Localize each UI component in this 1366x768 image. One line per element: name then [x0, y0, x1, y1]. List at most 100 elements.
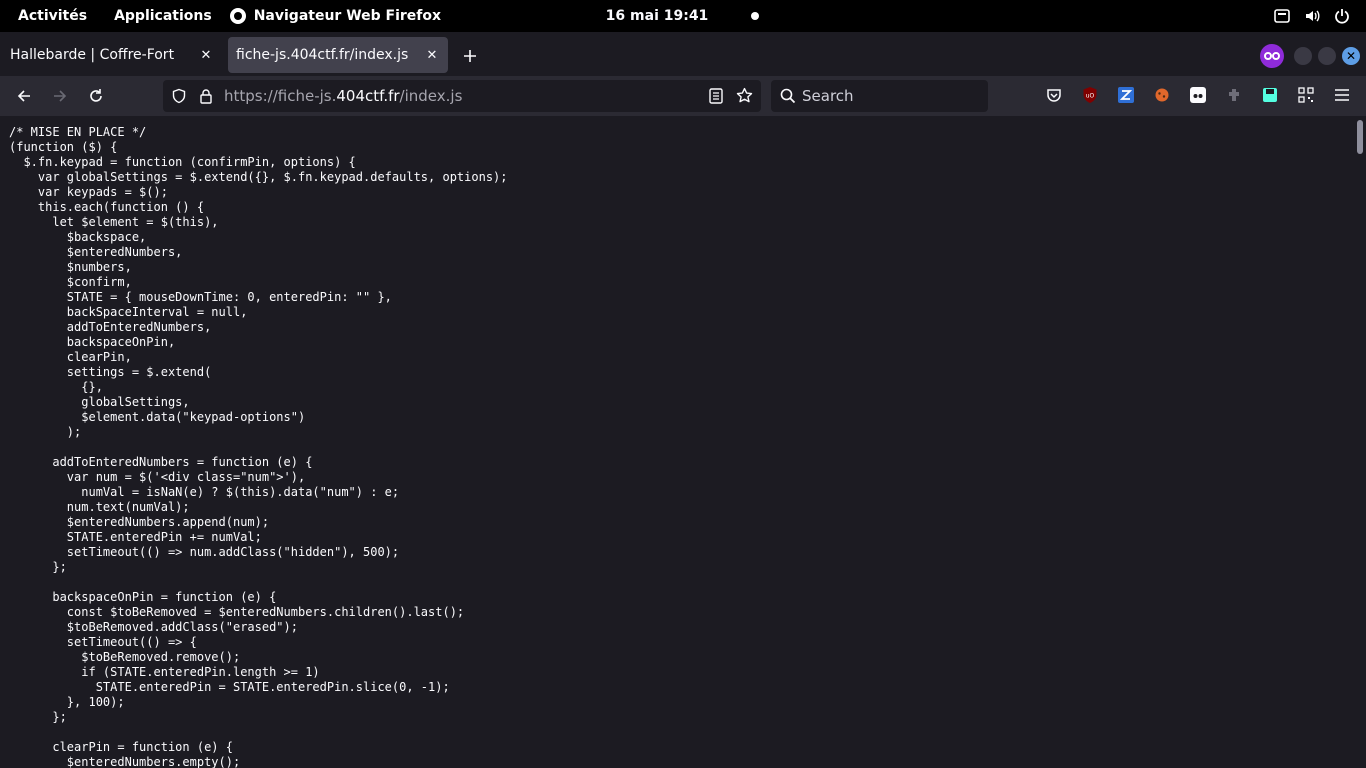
- navigation-toolbar: https://fiche-js.404ctf.fr/index.js Sear…: [0, 76, 1366, 116]
- code-line: num.text(numVal);: [9, 500, 190, 514]
- applications-label: Applications: [114, 8, 212, 24]
- tracker-extension-icon[interactable]: [1189, 86, 1207, 104]
- tab-index-js[interactable]: fiche-js.404ctf.fr/index.js ✕: [228, 37, 448, 73]
- search-bar[interactable]: Search: [771, 80, 988, 112]
- firefox-icon: [229, 8, 246, 24]
- code-line: numVal = isNaN(e) ? $(this).data("num") …: [9, 485, 400, 499]
- code-line: setTimeout(() => num.addClass("hidden"),…: [9, 545, 400, 559]
- svg-text:uO: uO: [1086, 93, 1095, 100]
- url-path: /index.js: [399, 87, 463, 105]
- code-line: const $toBeRemoved = $enteredNumbers.chi…: [9, 605, 465, 619]
- code-line: clearPin = function (e) {: [9, 740, 233, 754]
- app-menu-label: Navigateur Web Firefox: [253, 8, 442, 24]
- reload-icon: [90, 89, 102, 102]
- code-line: STATE = { mouseDownTime: 0, enteredPin: …: [9, 290, 392, 304]
- reload-button[interactable]: [84, 84, 108, 108]
- code-line: if (STATE.enteredPin.length >= 1): [9, 665, 320, 679]
- code-line: };: [9, 710, 67, 724]
- maximize-button[interactable]: [1318, 47, 1336, 65]
- qr-code-icon[interactable]: [1297, 86, 1315, 104]
- keyboard-layout-icon[interactable]: [1274, 8, 1290, 24]
- menu-hamburger-icon[interactable]: [1333, 86, 1351, 104]
- code-line: /* MISE EN PLACE */: [9, 125, 147, 139]
- code-line: addToEnteredNumbers = function (e) {: [9, 455, 313, 469]
- activities-button[interactable]: Activités: [0, 0, 105, 32]
- system-tray: [1274, 0, 1366, 32]
- tab-close-icon[interactable]: ✕: [424, 47, 440, 63]
- code-line: settings = $.extend(: [9, 365, 212, 379]
- code-line: backSpaceInterval = null,: [9, 305, 248, 319]
- code-line: }, 100);: [9, 695, 125, 709]
- scrollbar-thumb[interactable]: [1357, 120, 1363, 154]
- code-line: );: [9, 425, 82, 439]
- code-line: clearPin,: [9, 350, 132, 364]
- volume-icon[interactable]: [1304, 8, 1320, 24]
- code-line: globalSettings,: [9, 395, 190, 409]
- clock[interactable]: 16 mai 19:41: [606, 8, 709, 24]
- code-line: $.fn.keypad = function (confirmPin, opti…: [9, 155, 356, 169]
- save-extension-icon[interactable]: [1261, 86, 1279, 104]
- code-line: $confirm,: [9, 275, 132, 289]
- tab-label: fiche-js.404ctf.fr/index.js: [236, 47, 409, 63]
- activities-label: Activités: [18, 8, 88, 24]
- tab-strip: Hallebarde | Coffre-Fort ✕ fiche-js.404c…: [0, 32, 1366, 76]
- code-line: $enteredNumbers,: [9, 245, 183, 259]
- code-line: this.each(function () {: [9, 200, 205, 214]
- zotero-connector-icon[interactable]: [1117, 86, 1135, 104]
- applications-menu[interactable]: Applications: [105, 0, 221, 32]
- puzzle-extension-icon[interactable]: [1225, 86, 1243, 104]
- code-line: STATE.enteredPin += numVal;: [9, 530, 262, 544]
- pocket-icon[interactable]: [1045, 86, 1063, 104]
- cookie-extension-icon[interactable]: [1153, 86, 1171, 104]
- code-line: var globalSettings = $.extend({}, $.fn.k…: [9, 170, 508, 184]
- code-line: $backspace,: [9, 230, 147, 244]
- arrow-right-icon: [54, 90, 67, 102]
- tab-close-icon[interactable]: ✕: [198, 47, 214, 63]
- url-bar[interactable]: https://fiche-js.404ctf.fr/index.js: [163, 80, 761, 112]
- code-line: $numbers,: [9, 260, 132, 274]
- shield-icon[interactable]: [171, 88, 187, 108]
- code-line: {},: [9, 380, 103, 394]
- code-line: backspaceOnPin = function (e) {: [9, 590, 277, 604]
- arrow-left-icon: [17, 90, 30, 102]
- code-line: (function ($) {: [9, 140, 118, 154]
- code-line: var num = $('<div class="num">'),: [9, 470, 306, 484]
- back-button[interactable]: [12, 84, 36, 108]
- search-placeholder: Search: [802, 87, 854, 105]
- code-line: $element.data("keypad-options"): [9, 410, 306, 424]
- code-line: $toBeRemoved.remove();: [9, 650, 241, 664]
- search-icon: [780, 88, 796, 108]
- tab-label: Hallebarde | Coffre-Fort: [10, 47, 175, 63]
- power-icon[interactable]: [1334, 8, 1350, 24]
- system-top-bar: Activités Applications Navigateur Web Fi…: [0, 0, 1366, 32]
- url-host: 404ctf.fr: [336, 87, 400, 105]
- url-prefix: https://fiche-js.: [224, 87, 337, 105]
- code-line: var keypads = $();: [9, 185, 168, 199]
- minimize-button[interactable]: [1294, 47, 1312, 65]
- vertical-scrollbar[interactable]: [1354, 116, 1366, 768]
- forward-button[interactable]: [48, 84, 72, 108]
- notification-dot-icon: [751, 12, 759, 20]
- bookmark-star-icon[interactable]: [736, 87, 753, 108]
- code-line: $enteredNumbers.empty();: [9, 755, 241, 768]
- code-line: setTimeout(() => {: [9, 635, 197, 649]
- lock-icon[interactable]: [199, 88, 213, 108]
- ublock-origin-icon[interactable]: uO: [1081, 86, 1099, 104]
- tab-hallebarde[interactable]: Hallebarde | Coffre-Fort ✕: [2, 37, 222, 73]
- code-line: $toBeRemoved.addClass("erased");: [9, 620, 298, 634]
- source-code-view: /* MISE EN PLACE */(function ($) { $.fn.…: [9, 125, 508, 768]
- code-line: $enteredNumbers.append(num);: [9, 515, 270, 529]
- new-tab-button[interactable]: [458, 44, 482, 68]
- code-line: };: [9, 560, 67, 574]
- plus-icon: [464, 50, 476, 62]
- close-window-button[interactable]: ✕: [1342, 47, 1360, 65]
- app-menu[interactable]: Navigateur Web Firefox: [221, 0, 450, 32]
- url-text[interactable]: https://fiche-js.404ctf.fr/index.js: [224, 87, 462, 105]
- code-line: STATE.enteredPin = STATE.enteredPin.slic…: [9, 680, 450, 694]
- page-content[interactable]: /* MISE EN PLACE */(function ($) { $.fn.…: [0, 116, 1366, 768]
- private-browsing-icon: [1260, 44, 1284, 68]
- reader-view-icon[interactable]: [709, 88, 723, 108]
